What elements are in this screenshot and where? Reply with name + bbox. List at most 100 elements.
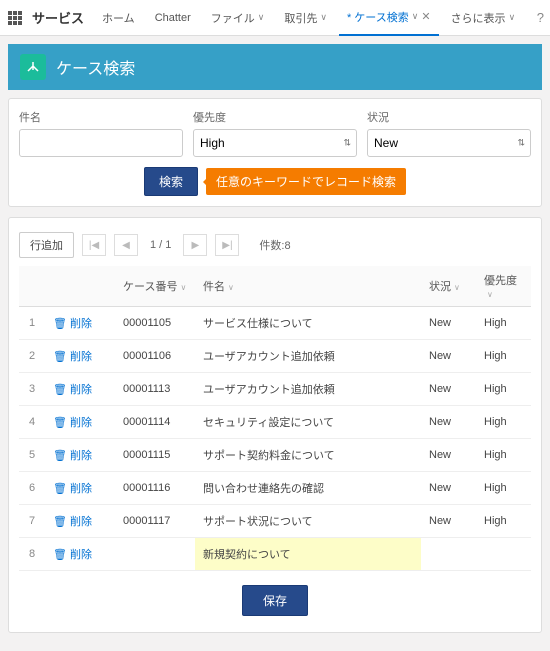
delete-link[interactable]: 🗑削除 (53, 513, 107, 529)
nav-item[interactable]: ホーム (94, 0, 143, 36)
table-row: 7 🗑削除 00001117サポート状況についてNewHigh (19, 505, 531, 538)
table-row: 2 🗑削除 00001106ユーザアカウント追加依頼NewHigh (19, 340, 531, 373)
cell-case-no: 00001117 (115, 505, 195, 538)
cell-case-no: 00001113 (115, 373, 195, 406)
delete-link[interactable]: 🗑削除 (53, 414, 107, 430)
pager-last[interactable]: ▶| (215, 234, 239, 256)
pager-next[interactable]: ▶ (183, 234, 207, 256)
search-button[interactable]: 検索 (144, 167, 198, 196)
trash-icon: 🗑 (53, 317, 67, 330)
subject-input[interactable] (19, 129, 183, 157)
cell-status: New (421, 439, 476, 472)
cell-status (421, 538, 476, 571)
cell-status: New (421, 472, 476, 505)
cell-priority: High (476, 505, 531, 538)
delete-link[interactable]: 🗑削除 (53, 348, 107, 364)
row-index: 3 (19, 373, 45, 406)
priority-label: 優先度 (193, 109, 357, 125)
delete-link[interactable]: 🗑削除 (53, 546, 107, 562)
cell-subject: ユーザアカウント追加依頼 (195, 373, 421, 406)
save-button[interactable]: 保存 (242, 585, 308, 616)
row-index: 6 (19, 472, 45, 505)
delete-link[interactable]: 🗑削除 (53, 381, 107, 397)
nav-item[interactable]: Chatter (147, 0, 199, 36)
nav-item[interactable]: ファイル∨ (203, 0, 273, 36)
row-index: 5 (19, 439, 45, 472)
status-label: 状況 (367, 109, 531, 125)
filter-card: 件名 優先度 状況 検索 任意のキーワードでレコード検索 (8, 98, 542, 207)
pager-page: 1 / 1 (146, 239, 175, 251)
row-index: 4 (19, 406, 45, 439)
cell-subject: 問い合わせ連絡先の確認 (195, 472, 421, 505)
sort-icon[interactable]: ∨ (180, 283, 186, 292)
nav-item[interactable]: * ケース検索∨ ✕ (339, 0, 439, 36)
col-status: 状況∨ (421, 266, 476, 307)
cell-case-no: 00001116 (115, 472, 195, 505)
help-icon[interactable]: ? (537, 10, 544, 25)
row-index: 1 (19, 307, 45, 340)
app-label: サービス (32, 8, 84, 27)
pager-count: 件数:8 (259, 237, 290, 253)
table-row: 1🗑削除00001105サービス仕様についてNewHigh (19, 307, 531, 340)
cell-status: New (421, 505, 476, 538)
app-launcher-icon[interactable] (6, 9, 24, 27)
trash-icon: 🗑 (53, 482, 67, 495)
cell-priority (476, 538, 531, 571)
add-row-button[interactable]: 行追加 (19, 232, 74, 258)
col-subject: 件名∨ (195, 266, 421, 307)
priority-select[interactable] (193, 129, 357, 157)
table-row: 6 🗑削除 00001116問い合わせ連絡先の確認NewHigh (19, 472, 531, 505)
sort-icon[interactable]: ∨ (228, 283, 234, 292)
cell-case-no: 00001114 (115, 406, 195, 439)
trash-icon: 🗑 (53, 350, 67, 363)
close-tab-icon[interactable]: ✕ (421, 10, 430, 23)
results-card: 行追加 |◀ ◀ 1 / 1 ▶ ▶| 件数:8 ケース番号∨ 件名∨ 状況∨ … (8, 217, 542, 633)
cell-status: New (421, 340, 476, 373)
row-index: 8 (19, 538, 45, 571)
subject-label: 件名 (19, 109, 183, 125)
case-search-icon (20, 54, 46, 80)
cell-subject: セキュリティ設定について (195, 406, 421, 439)
cell-subject: サービス仕様について (195, 307, 421, 340)
col-priority: 優先度∨ (476, 266, 531, 307)
table-row: 5 🗑削除 00001115サポート契約料金についてNewHigh (19, 439, 531, 472)
cell-status: New (421, 406, 476, 439)
trash-icon: 🗑 (53, 515, 67, 528)
row-index: 7 (19, 505, 45, 538)
chevron-down-icon: ∨ (412, 11, 419, 22)
cell-case-no: 00001106 (115, 340, 195, 373)
trash-icon: 🗑 (53, 548, 67, 561)
delete-link[interactable]: 🗑削除 (53, 447, 107, 463)
cell-subject: ユーザアカウント追加依頼 (195, 340, 421, 373)
results-table: ケース番号∨ 件名∨ 状況∨ 優先度∨ 1🗑削除00001105サービス仕様につ… (19, 266, 531, 571)
cell-priority: High (476, 406, 531, 439)
cell-priority: High (476, 340, 531, 373)
table-row: 3 🗑削除 00001113ユーザアカウント追加依頼NewHigh (19, 373, 531, 406)
sort-icon[interactable]: ∨ (454, 283, 460, 292)
chevron-down-icon: ∨ (258, 12, 265, 23)
nav-item[interactable]: さらに表示∨ (443, 0, 524, 36)
cell-subject: 新規契約について (195, 538, 421, 571)
cell-priority: High (476, 472, 531, 505)
cell-priority: High (476, 439, 531, 472)
row-index: 2 (19, 340, 45, 373)
delete-link[interactable]: 🗑削除 (53, 315, 107, 331)
cell-status: New (421, 373, 476, 406)
trash-icon: 🗑 (53, 383, 67, 396)
status-select[interactable] (367, 129, 531, 157)
nav-item[interactable]: 取引先∨ (276, 0, 335, 36)
search-callout: 任意のキーワードでレコード検索 (206, 168, 406, 195)
cell-case-no: 00001115 (115, 439, 195, 472)
top-nav: サービス ホームChatterファイル∨取引先∨* ケース検索∨ ✕さらに表示∨… (0, 0, 550, 36)
cell-subject: サポート契約料金について (195, 439, 421, 472)
pager-first[interactable]: |◀ (82, 234, 106, 256)
delete-link[interactable]: 🗑削除 (53, 480, 107, 496)
cell-priority: High (476, 373, 531, 406)
cell-case-no: 00001105 (115, 307, 195, 340)
sort-icon[interactable]: ∨ (487, 290, 493, 299)
pager-prev[interactable]: ◀ (114, 234, 138, 256)
page-title: ケース検索 (56, 55, 135, 79)
cell-priority: High (476, 307, 531, 340)
cell-subject: サポート状況について (195, 505, 421, 538)
page-header: ケース検索 (8, 44, 542, 90)
